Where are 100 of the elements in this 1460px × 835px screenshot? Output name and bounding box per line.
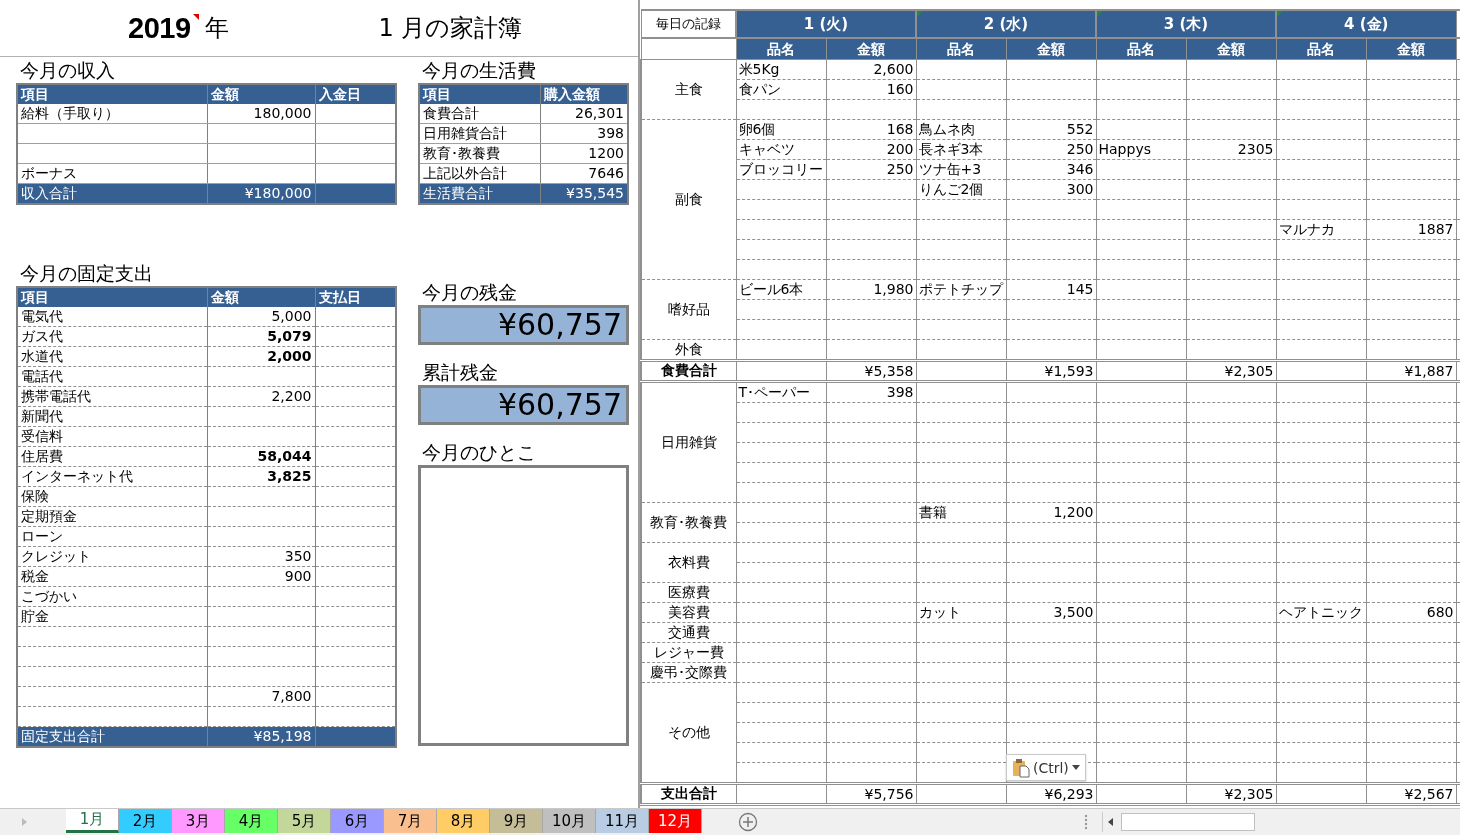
column-header: 品名: [736, 38, 826, 60]
table-cell: クレジット: [17, 546, 207, 567]
table-cell: ビール6本: [736, 279, 826, 300]
section-heading: 累計残金: [421, 360, 499, 385]
table-cell: 1887: [1366, 219, 1456, 240]
table-cell: 160: [826, 79, 916, 100]
table-cell: 1,980: [826, 279, 916, 300]
table-cell: 教育･教養費: [419, 143, 540, 164]
category-label: 衣料費: [641, 542, 736, 583]
add-sheet-icon[interactable]: [738, 812, 758, 832]
table-cell: 水道代: [17, 346, 207, 367]
total-label: 生活費合計: [419, 183, 540, 204]
table-cell: 180,000: [207, 104, 315, 124]
table-cell: 300: [1006, 179, 1096, 200]
column-header: 金額: [1006, 38, 1096, 60]
table-cell: ポテトチップ: [916, 279, 1006, 300]
table-cell: 3,500: [1006, 602, 1096, 623]
column-header: 項目: [17, 84, 207, 104]
table-cell: 2,600: [826, 59, 916, 80]
sheet-tab[interactable]: 9月: [490, 809, 543, 833]
table-cell: 貯金: [17, 606, 207, 627]
table-cell: 552: [1006, 119, 1096, 140]
table-cell: 税金: [17, 566, 207, 587]
table-cell: 1,200: [1006, 502, 1096, 523]
table-cell: ボーナス: [17, 163, 207, 184]
section-heading: 今月のひとこ: [421, 440, 537, 465]
table-cell: 680: [1366, 602, 1456, 623]
scroll-right-icon[interactable]: [20, 817, 28, 827]
sheet-tab[interactable]: 1月: [66, 809, 119, 833]
sheet-tab[interactable]: 10月: [543, 809, 596, 833]
total-label: 固定支出合計: [17, 726, 207, 747]
sheet-tab[interactable]: 5月: [278, 809, 331, 833]
sheet-tab[interactable]: 4月: [225, 809, 278, 833]
balance-amount: ¥60,757: [418, 305, 629, 345]
table-cell: マルナカ: [1276, 219, 1366, 240]
table-cell: りんご2個: [916, 179, 1006, 200]
category-label: 教育･教養費: [641, 502, 736, 543]
scroll-left-icon[interactable]: [1107, 817, 1115, 827]
memo-box[interactable]: [418, 465, 629, 746]
table-cell: 7646: [540, 163, 628, 184]
table-cell: 食パン: [736, 79, 826, 100]
table-cell: 新聞代: [17, 406, 207, 427]
sheet-tab[interactable]: 3月: [172, 809, 225, 833]
sheet-tab[interactable]: 2月: [119, 809, 172, 833]
table-cell: ヘアトニック: [1276, 602, 1366, 623]
total-amount: ¥5,756: [826, 783, 916, 805]
table-cell: ローン: [17, 526, 207, 547]
day-header: 2 (水): [916, 10, 1096, 38]
column-header: 項目: [17, 287, 207, 307]
paste-options-button[interactable]: (Ctrl): [1006, 754, 1086, 781]
section-heading: 今月の収入: [19, 58, 116, 83]
day-header: 1 (火): [736, 10, 916, 38]
column-header: 金額: [1366, 38, 1456, 60]
table-cell: 携帯電話代: [17, 386, 207, 407]
table-cell: 5,079: [207, 326, 315, 347]
total-amount: ¥1,593: [1006, 360, 1096, 382]
sheet-tab[interactable]: 7月: [384, 809, 437, 833]
day-header: 4 (金): [1276, 10, 1456, 38]
category-label: 嗜好品: [641, 279, 736, 340]
scrollbar-thumb[interactable]: [1121, 813, 1255, 831]
total-label: 収入合計: [17, 183, 207, 204]
column-header: 品名: [1096, 38, 1186, 60]
category-label: 交通費: [641, 622, 736, 643]
section-heading: 今月の固定支出: [19, 261, 154, 286]
sheet-tab[interactable]: 11月: [596, 809, 649, 833]
category-label: 美容費: [641, 602, 736, 623]
category-label: 副食: [641, 119, 736, 280]
table-cell: 1200: [540, 143, 628, 164]
category-label: レジャー費: [641, 642, 736, 663]
table-cell: 398: [540, 123, 628, 144]
column-header: 金額: [826, 38, 916, 60]
column-header: 金額: [1186, 38, 1276, 60]
table-cell: 長ネギ3本: [916, 139, 1006, 160]
table-cell: 200: [826, 139, 916, 160]
year-text: 2019: [128, 11, 191, 45]
column-header: 品名: [916, 38, 1006, 60]
table-cell: 電気代: [17, 307, 207, 327]
sheet-tab[interactable]: 8月: [437, 809, 490, 833]
table-cell: 250: [1006, 139, 1096, 160]
table-cell: T･ペーパー: [736, 381, 826, 403]
year-unit-text: 年: [204, 13, 229, 44]
table-cell: ツナ缶+3: [916, 159, 1006, 180]
table-cell: 26,301: [540, 104, 628, 124]
section-heading: 今月の残金: [421, 280, 518, 305]
caret-icon: [1071, 765, 1080, 770]
column-header: 金額: [207, 84, 315, 104]
day-header: 3 (木): [1096, 10, 1276, 38]
sheet-tab[interactable]: 12月: [649, 809, 702, 833]
sheet-tab[interactable]: 6月: [331, 809, 384, 833]
table-cell: 日用雑貨合計: [419, 123, 540, 144]
category-label: その他: [641, 682, 736, 784]
table-cell: 2,200: [207, 386, 315, 407]
table-cell: インターネット代: [17, 466, 207, 487]
splitter-handle-icon[interactable]: [1084, 814, 1088, 830]
table-cell: 58,044: [207, 446, 315, 467]
category-label: 医療費: [641, 582, 736, 603]
column-header: 入金日: [315, 84, 396, 104]
table-cell: 346: [1006, 159, 1096, 180]
table-cell: 鳥ムネ肉: [916, 119, 1006, 140]
balance-amount: ¥60,757: [418, 385, 629, 425]
